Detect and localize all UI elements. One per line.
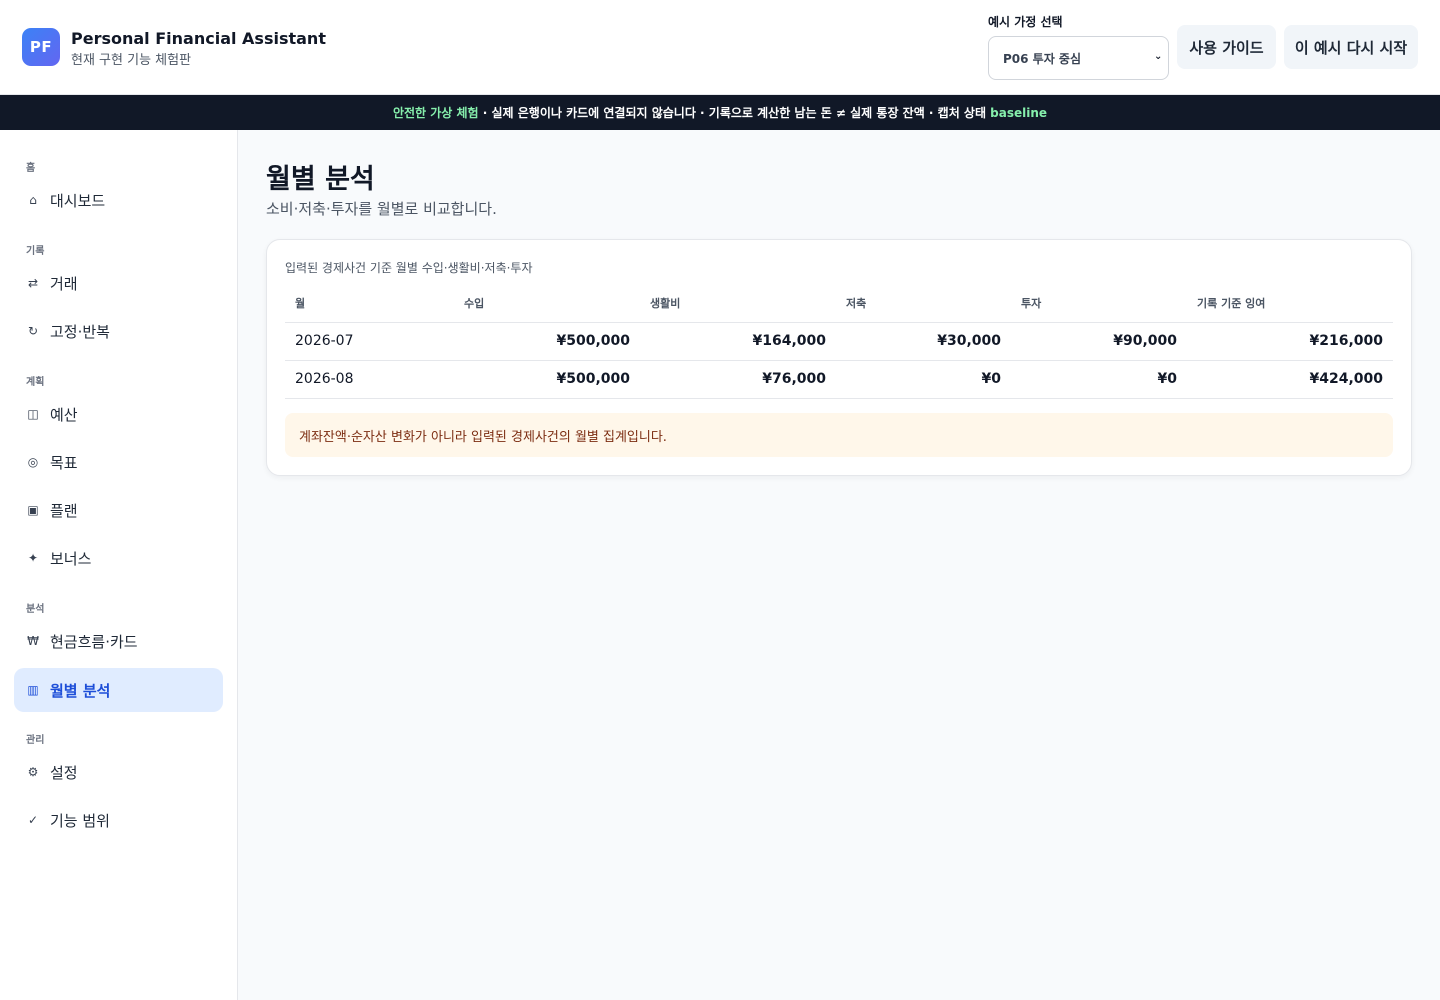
cell-living-expenses: ¥76,000 xyxy=(640,360,836,399)
cell-savings: ¥0 xyxy=(836,360,1011,399)
col-investment: 투자 xyxy=(1011,284,1187,323)
sidebar-item-label: 기능 범위 xyxy=(50,811,110,830)
sidebar-item-budget[interactable]: ◫ 예산 xyxy=(14,392,223,436)
nav-section-management: 관리 xyxy=(26,735,45,746)
sidebar-item-feature-scope[interactable]: ✓ 기능 범위 xyxy=(14,798,223,842)
sidebar-item-label: 월별 분석 xyxy=(50,681,111,700)
table-row: 2026-08 ¥500,000 ¥76,000 ¥0 ¥0 ¥424,000 xyxy=(285,360,1393,399)
sidebar-item-dashboard[interactable]: ⌂ 대시보드 xyxy=(14,178,223,222)
scenario-select[interactable]: P06 투자 중심 ⌄ xyxy=(988,36,1169,80)
nav-section-records: 기록 xyxy=(26,246,45,257)
table-row: 2026-07 ¥500,000 ¥164,000 ¥30,000 ¥90,00… xyxy=(285,322,1393,361)
page-subtitle: 소비·저축·투자를 월별로 비교합니다. xyxy=(266,200,497,218)
safety-banner: 안전한 가상 체험 · 실제 은행이나 카드에 연결되지 않습니다 · 기록으로… xyxy=(0,95,1440,130)
sidebar-nav: 홈 ⌂ 대시보드 기록 ⇄ 거래 ↻ 고정·반복 계획 ◫ 예산 ◎ 목표 ▣ … xyxy=(0,130,238,1000)
col-month: 월 xyxy=(285,284,454,323)
sidebar-item-recurring[interactable]: ↻ 고정·반복 xyxy=(14,309,223,353)
col-income: 수입 xyxy=(454,284,640,323)
gear-icon: ⚙ xyxy=(27,765,39,779)
nav-section-home: 홈 xyxy=(26,163,36,174)
aggregation-note: 계좌잔액·순자산 변화가 아니라 입력된 경제사건의 월별 집계입니다. xyxy=(285,413,1393,457)
col-living-expenses: 생활비 xyxy=(640,284,836,323)
cell-savings: ¥30,000 xyxy=(836,322,1011,361)
home-icon: ⌂ xyxy=(29,193,37,207)
nav-section-planning: 계획 xyxy=(26,377,45,388)
cell-month: 2026-07 xyxy=(285,322,454,361)
sidebar-item-bonus[interactable]: ✦ 보너스 xyxy=(14,536,223,580)
monthly-table: 월 수입 생활비 저축 투자 기록 기준 잉여 2026-07 ¥500,000… xyxy=(285,284,1393,399)
app-header: PF Personal Financial Assistant 현재 구현 기능… xyxy=(0,0,1440,95)
monthly-summary-card: 입력된 경제사건 기준 월별 수입·생활비·저축·투자 월 수입 생활비 저축 … xyxy=(266,239,1412,476)
cell-income: ¥500,000 xyxy=(454,360,640,399)
sparkle-icon: ✦ xyxy=(27,551,39,565)
bar-chart-icon: ▥ xyxy=(27,683,39,697)
budget-icon: ◫ xyxy=(27,407,39,421)
sidebar-item-transactions[interactable]: ⇄ 거래 xyxy=(14,261,223,305)
scenario-select-label: 예시 가정 선택 xyxy=(988,15,1063,29)
cell-living-expenses: ¥164,000 xyxy=(640,322,836,361)
page-title: 월별 분석 xyxy=(266,164,375,195)
sidebar-item-plan[interactable]: ▣ 플랜 xyxy=(14,488,223,532)
plan-icon: ▣ xyxy=(27,503,39,517)
app-title: Personal Financial Assistant xyxy=(71,29,326,48)
swap-icon: ⇄ xyxy=(27,276,39,290)
sidebar-item-monthly-analysis[interactable]: ▥ 월별 분석 xyxy=(14,668,223,712)
banner-highlight: 안전한 가상 체험 xyxy=(392,106,479,120)
col-savings: 저축 xyxy=(836,284,1011,323)
cell-income: ¥500,000 xyxy=(454,322,640,361)
sidebar-item-label: 거래 xyxy=(50,274,78,293)
won-icon: ₩ xyxy=(27,634,39,648)
check-icon: ✓ xyxy=(27,813,39,827)
sidebar-item-label: 보너스 xyxy=(50,549,92,568)
app-subtitle: 현재 구현 기능 체험판 xyxy=(71,53,192,68)
capture-status-badge: baseline xyxy=(990,105,1048,120)
cell-month: 2026-08 xyxy=(285,360,454,399)
banner-text: · 실제 은행이나 카드에 연결되지 않습니다 · 기록으로 계산한 남는 돈 … xyxy=(478,106,991,120)
sidebar-item-settings[interactable]: ⚙ 설정 xyxy=(14,750,223,794)
sidebar-item-label: 목표 xyxy=(50,453,78,472)
sidebar-item-cashflow[interactable]: ₩ 현금흐름·카드 xyxy=(14,619,223,663)
sidebar-item-label: 설정 xyxy=(50,763,78,782)
table-header-row: 월 수입 생활비 저축 투자 기록 기준 잉여 xyxy=(285,284,1393,323)
sidebar-item-label: 플랜 xyxy=(50,501,78,520)
target-icon: ◎ xyxy=(27,455,39,469)
sidebar-item-label: 현금흐름·카드 xyxy=(50,632,138,651)
nav-section-analysis: 분석 xyxy=(26,604,45,615)
cell-surplus: ¥424,000 xyxy=(1187,360,1393,399)
sidebar-item-label: 고정·반복 xyxy=(50,322,110,341)
guide-button[interactable]: 사용 가이드 xyxy=(1177,25,1276,69)
cell-investment: ¥90,000 xyxy=(1011,322,1187,361)
app-logo: PF xyxy=(22,28,60,66)
table-caption: 입력된 경제사건 기준 월별 수입·생활비·저축·투자 xyxy=(285,261,533,275)
cell-investment: ¥0 xyxy=(1011,360,1187,399)
sidebar-item-label: 예산 xyxy=(50,405,78,424)
col-surplus: 기록 기준 잉여 xyxy=(1187,284,1393,323)
cell-surplus: ¥216,000 xyxy=(1187,322,1393,361)
sidebar-item-label: 대시보드 xyxy=(50,191,106,210)
repeat-icon: ↻ xyxy=(27,324,39,338)
scenario-select-value: P06 투자 중심 xyxy=(1003,51,1082,66)
chevron-down-icon: ⌄ xyxy=(1154,51,1163,62)
restart-example-button[interactable]: 이 예시 다시 시작 xyxy=(1284,25,1418,69)
sidebar-item-goals[interactable]: ◎ 목표 xyxy=(14,440,223,484)
